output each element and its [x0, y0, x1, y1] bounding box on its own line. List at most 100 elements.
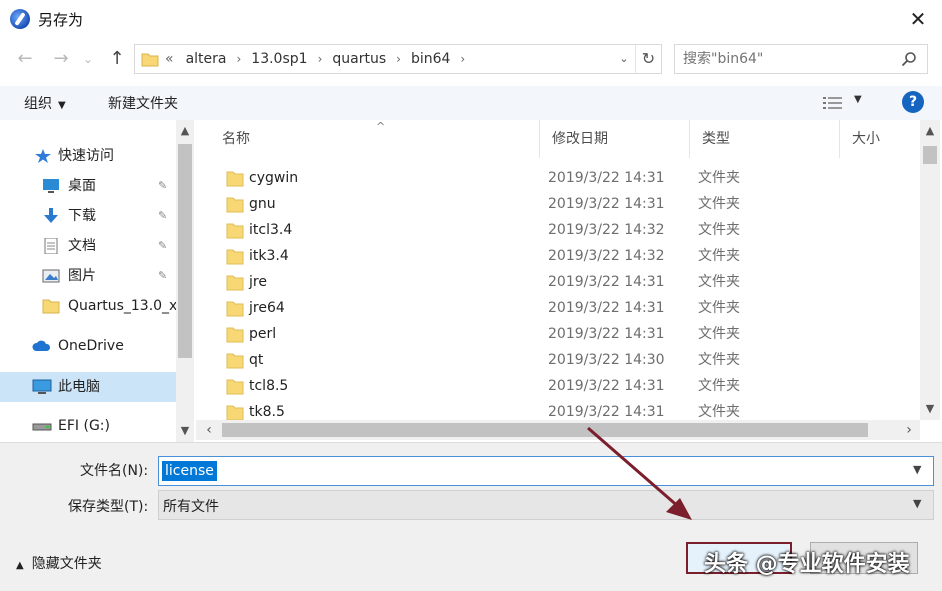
file-row[interactable]: itcl3.4 2019/3/22 14:32 文件夹 — [196, 217, 920, 243]
nav-item-onedrive[interactable]: OneDrive — [0, 332, 176, 360]
search-icon[interactable] — [901, 51, 917, 67]
toolbar: 组织 ▼ 新建文件夹 ▼ ? — [0, 86, 942, 120]
filename-value[interactable]: license — [162, 461, 217, 481]
file-name: itk3.4 — [249, 248, 289, 264]
nav-item-quick-access[interactable]: 快速访问 — [0, 142, 176, 170]
folder-icon — [226, 405, 244, 420]
view-options-icon[interactable] — [822, 95, 844, 111]
chevron-up-icon[interactable]: ▲ — [176, 122, 194, 140]
file-type: 文件夹 — [698, 274, 740, 290]
folder-icon — [226, 249, 244, 265]
file-row[interactable]: cygwin 2019/3/22 14:31 文件夹 — [196, 165, 920, 191]
file-list-horizontal-scrollbar-thumb[interactable] — [222, 423, 868, 437]
nav-item-documents[interactable]: 文档 ✎ — [0, 232, 176, 260]
navigation-pane: 快速访问 桌面 ✎ 下载 ✎ 文档 ✎ 图片 ✎ Quartus_13.0_x … — [0, 120, 196, 442]
up-button[interactable]: ↑ — [104, 46, 130, 72]
file-type: 文件夹 — [698, 248, 740, 264]
file-name: tcl8.5 — [249, 378, 289, 394]
file-type: 文件夹 — [698, 326, 740, 342]
new-folder-button[interactable]: 新建文件夹 — [108, 93, 178, 113]
pin-icon[interactable]: ✎ — [158, 172, 167, 200]
chevron-right-icon[interactable]: › — [450, 45, 475, 73]
nav-item-downloads[interactable]: 下载 ✎ — [0, 202, 176, 230]
nav-item-efi-drive[interactable]: EFI (G:) — [0, 412, 176, 440]
chevron-right-icon[interactable]: › — [226, 45, 251, 73]
nav-item-quartus-folder[interactable]: Quartus_13.0_x — [0, 292, 177, 320]
breadcrumb-item[interactable]: bin64 — [411, 45, 450, 73]
file-row[interactable]: tk8.5 2019/3/22 14:31 文件夹 — [196, 399, 920, 420]
column-header-type[interactable]: 类型 — [690, 120, 840, 158]
chevron-down-icon[interactable]: ▼ — [913, 497, 921, 510]
breadcrumb-item[interactable]: 13.0sp1 — [251, 45, 307, 73]
nav-item-label: EFI (G:) — [58, 418, 110, 434]
chevron-right-icon[interactable]: › — [386, 45, 411, 73]
organize-button[interactable]: 组织 ▼ — [24, 93, 66, 113]
chevron-down-icon[interactable]: ▼ — [913, 463, 921, 476]
pin-icon[interactable]: ✎ — [158, 232, 167, 260]
nav-item-this-pc[interactable]: 此电脑 — [0, 372, 176, 402]
file-name: perl — [249, 326, 277, 342]
picture-icon — [42, 269, 60, 283]
address-bar[interactable]: « altera › 13.0sp1 › quartus › bin64 › ⌄… — [134, 44, 662, 74]
chevron-up-icon[interactable]: ▲ — [920, 124, 940, 142]
breadcrumb-item[interactable]: altera — [186, 45, 227, 73]
file-date: 2019/3/22 14:31 — [548, 274, 665, 290]
file-type: 文件夹 — [698, 222, 740, 238]
recent-locations-button[interactable]: ⌄ — [80, 46, 96, 72]
file-row[interactable]: itk3.4 2019/3/22 14:32 文件夹 — [196, 243, 920, 269]
sort-ascending-icon: ^ — [376, 120, 386, 133]
close-button[interactable]: ✕ — [898, 4, 938, 34]
file-row[interactable]: jre 2019/3/22 14:31 文件夹 — [196, 269, 920, 295]
file-row[interactable]: jre64 2019/3/22 14:31 文件夹 — [196, 295, 920, 321]
forward-button[interactable]: → — [48, 46, 74, 72]
nav-item-desktop[interactable]: 桌面 ✎ — [0, 172, 176, 200]
file-type: 文件夹 — [698, 300, 740, 316]
column-header-date[interactable]: 修改日期 — [540, 120, 690, 158]
file-date: 2019/3/22 14:31 — [548, 378, 665, 394]
chevron-right-icon[interactable]: › — [900, 421, 918, 439]
nav-item-label: 此电脑 — [58, 379, 100, 395]
filetype-label: 保存类型(T): — [68, 499, 149, 515]
nav-item-pictures[interactable]: 图片 ✎ — [0, 262, 176, 290]
breadcrumb-item[interactable]: quartus — [332, 45, 386, 73]
annotation-arrow — [587, 426, 692, 520]
pin-icon[interactable]: ✎ — [158, 262, 167, 290]
file-date: 2019/3/22 14:30 — [548, 352, 665, 368]
filename-input[interactable]: license ▼ — [158, 456, 934, 486]
folder-icon — [226, 197, 244, 213]
search-input[interactable] — [683, 48, 893, 70]
file-type: 文件夹 — [698, 378, 740, 394]
pin-icon[interactable]: ✎ — [158, 202, 167, 230]
column-header-name[interactable]: 名称 — [210, 120, 540, 158]
navigation-scrollbar-thumb[interactable] — [178, 144, 192, 358]
file-name: jre64 — [249, 300, 285, 316]
back-button[interactable]: ← — [12, 46, 38, 72]
filetype-select[interactable]: 所有文件 ▼ — [158, 490, 934, 520]
address-dropdown-button[interactable]: ⌄ — [613, 45, 635, 73]
chevron-right-icon[interactable]: › — [308, 45, 333, 73]
file-list-vertical-scrollbar[interactable] — [920, 120, 940, 420]
chevron-left-icon[interactable]: ‹ — [200, 421, 218, 439]
computer-icon — [32, 379, 52, 394]
file-row[interactable]: qt 2019/3/22 14:30 文件夹 — [196, 347, 920, 373]
search-box[interactable] — [674, 44, 928, 74]
app-icon — [10, 9, 30, 29]
folder-icon — [226, 301, 244, 317]
nav-item-label: 文档 — [68, 238, 96, 254]
hide-folders-label: 隐藏文件夹 — [31, 556, 102, 572]
file-row[interactable]: tcl8.5 2019/3/22 14:31 文件夹 — [196, 373, 920, 399]
view-caret-icon[interactable]: ▼ — [854, 94, 862, 105]
hide-folders-toggle[interactable]: ▲ 隐藏文件夹 — [16, 553, 102, 573]
help-icon[interactable]: ? — [902, 91, 924, 113]
file-row[interactable]: gnu 2019/3/22 14:31 文件夹 — [196, 191, 920, 217]
refresh-button[interactable]: ↻ — [635, 45, 661, 73]
file-list-vertical-scrollbar-thumb[interactable] — [923, 146, 937, 164]
download-icon — [44, 208, 58, 223]
file-row[interactable]: perl 2019/3/22 14:31 文件夹 — [196, 321, 920, 347]
file-name: tk8.5 — [249, 404, 285, 420]
chevron-down-icon[interactable]: ▼ — [920, 402, 940, 420]
breadcrumb-overflow[interactable]: « — [165, 45, 186, 73]
filename-label: 文件名(N): — [80, 463, 149, 479]
column-header-size[interactable]: 大小 — [840, 120, 920, 158]
chevron-down-icon[interactable]: ▼ — [176, 422, 194, 440]
